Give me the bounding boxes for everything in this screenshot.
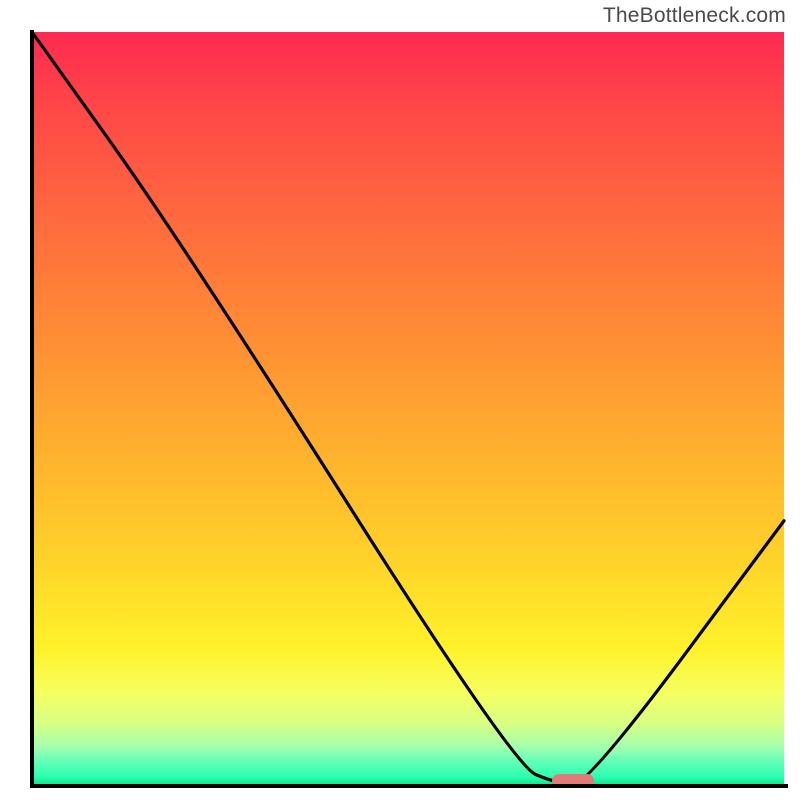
x-axis-line: [30, 784, 788, 788]
chart-container: TheBottleneck.com: [0, 0, 800, 800]
bottleneck-curve: [32, 32, 784, 784]
bottleneck-curve-svg: [32, 32, 784, 784]
watermark-text: TheBottleneck.com: [603, 4, 786, 28]
y-axis-line: [30, 30, 34, 788]
